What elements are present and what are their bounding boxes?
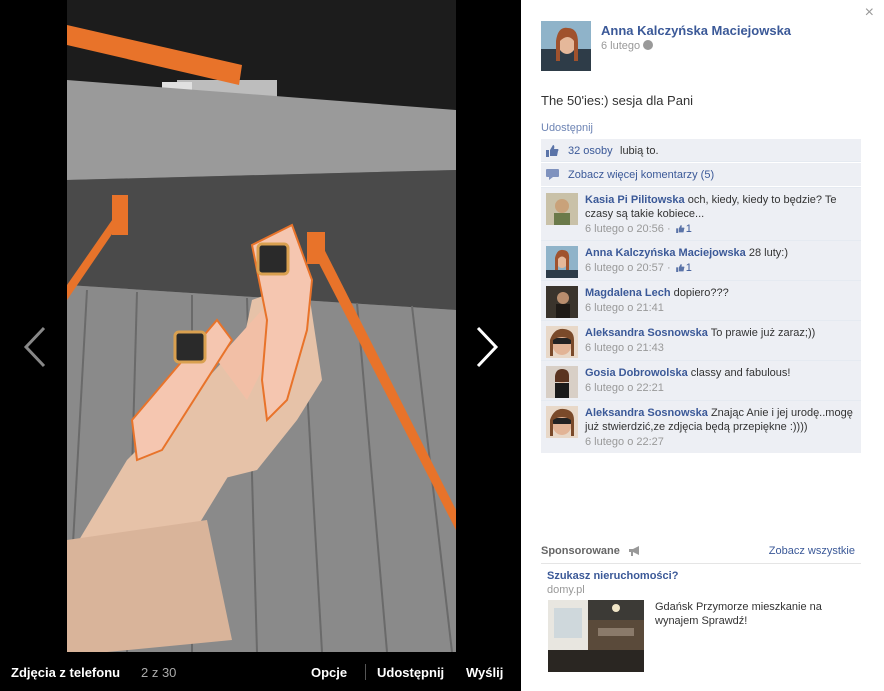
- previous-photo-button[interactable]: [16, 322, 56, 372]
- chevron-left-icon: [23, 326, 46, 368]
- comment-body: dopiero???: [673, 287, 729, 299]
- megaphone-icon[interactable]: [629, 546, 640, 556]
- post-author-name[interactable]: Anna Kalczyńska Maciejowska: [601, 23, 791, 38]
- comment-item: Aleksandra Sosnowska Znając Anie i jej u…: [541, 400, 861, 453]
- sponsored-label: Sponsorowane: [541, 545, 620, 557]
- details-panel: × Anna Kalczyńska Maciejowska 6 lutego T…: [521, 0, 884, 691]
- shoes-photo-illustration: [67, 0, 456, 652]
- commenter-avatar[interactable]: [546, 326, 578, 358]
- comment-author[interactable]: Kasia Pi Pilitowska: [585, 194, 685, 206]
- comment-time[interactable]: 6 lutego o 21:43: [585, 342, 664, 354]
- comment-author[interactable]: Aleksandra Sosnowska: [585, 327, 708, 339]
- commenter-avatar[interactable]: [546, 406, 578, 438]
- comment-author[interactable]: Magdalena Lech: [585, 287, 671, 299]
- comment-likes[interactable]: 1: [674, 223, 692, 235]
- comment-time[interactable]: 6 lutego o 20:57: [585, 262, 664, 274]
- sponsored-header: Sponsorowane Zobacz wszystkie: [541, 544, 861, 564]
- comment-list: Kasia Pi Pilitowska och, kiedy, kiedy to…: [541, 187, 861, 453]
- comment-time[interactable]: 6 lutego o 20:56: [585, 223, 664, 235]
- comment-body: To prawie już zaraz;)): [710, 327, 816, 339]
- photo-viewer: Zdjęcia z telefonu 2 z 30 Opcje Udostępn…: [0, 0, 521, 691]
- post-caption: The 50'ies:) sesja dla Pani: [541, 93, 694, 108]
- comment-item: Aleksandra Sosnowska To prawie już zaraz…: [541, 320, 861, 360]
- send-button[interactable]: Wyślij: [466, 665, 503, 680]
- comment-body: classy and fabulous!: [690, 367, 791, 379]
- comment-likes[interactable]: 1: [674, 262, 692, 274]
- comment-time[interactable]: 6 lutego o 22:27: [585, 436, 664, 448]
- see-all-link[interactable]: Zobacz wszystkie: [769, 545, 855, 557]
- globe-icon[interactable]: [643, 40, 654, 50]
- comment-bubble-icon: [546, 169, 559, 180]
- view-more-comments-link[interactable]: Zobacz więcej komentarzy (5): [568, 169, 714, 181]
- options-button[interactable]: Opcje: [311, 665, 347, 680]
- ad-text: Gdańsk Przymorze mieszkanie na wynajem S…: [655, 601, 822, 627]
- likes-row: 32 osoby lubią to.: [541, 139, 861, 162]
- viewer-bottom-bar: Zdjęcia z telefonu 2 z 30 Opcje Udostępn…: [0, 652, 521, 691]
- comment-author[interactable]: Gosia Dobrowolska: [585, 367, 688, 379]
- chevron-right-icon: [476, 326, 499, 368]
- thumbs-up-icon: [675, 264, 685, 272]
- share-button[interactable]: Udostępnij: [377, 665, 444, 680]
- close-icon[interactable]: ×: [865, 4, 874, 22]
- next-photo-button[interactable]: [468, 322, 508, 372]
- thumbs-up-icon: [675, 225, 685, 233]
- share-link[interactable]: Udostępnij: [541, 122, 593, 134]
- comment-item: Anna Kalczyńska Maciejowska 28 luty:) 6 …: [541, 240, 861, 280]
- comment-time[interactable]: 6 lutego o 22:21: [585, 382, 664, 394]
- comment-body: 28 luty:): [748, 247, 788, 259]
- commenter-avatar[interactable]: [546, 286, 578, 318]
- likes-count-link[interactable]: 32 osoby: [568, 145, 613, 157]
- ad-title[interactable]: Szukasz nieruchomości?: [547, 570, 678, 582]
- commenter-avatar[interactable]: [546, 366, 578, 398]
- comment-author[interactable]: Aleksandra Sosnowska: [585, 407, 708, 419]
- commenter-avatar[interactable]: [546, 193, 578, 225]
- commenter-avatar[interactable]: [546, 246, 578, 278]
- comment-item: Kasia Pi Pilitowska och, kiedy, kiedy to…: [541, 187, 861, 240]
- likes-text: lubią to.: [620, 145, 659, 157]
- comment-time[interactable]: 6 lutego o 21:41: [585, 302, 664, 314]
- ad-image[interactable]: [548, 600, 644, 672]
- divider: [365, 664, 366, 680]
- album-title[interactable]: Zdjęcia z telefonu: [11, 665, 120, 680]
- ad-domain: domy.pl: [547, 584, 585, 596]
- photo-counter: 2 z 30: [141, 665, 177, 680]
- post-date[interactable]: 6 lutego: [601, 40, 654, 52]
- comment-item: Magdalena Lech dopiero??? 6 lutego o 21:…: [541, 280, 861, 320]
- thumbs-up-icon: [546, 145, 559, 157]
- author-avatar[interactable]: [541, 21, 591, 71]
- main-photo[interactable]: [67, 0, 456, 652]
- comment-item: Gosia Dobrowolska classy and fabulous! 6…: [541, 360, 861, 400]
- view-more-comments-row[interactable]: Zobacz więcej komentarzy (5): [541, 163, 861, 186]
- comment-author[interactable]: Anna Kalczyńska Maciejowska: [585, 247, 746, 259]
